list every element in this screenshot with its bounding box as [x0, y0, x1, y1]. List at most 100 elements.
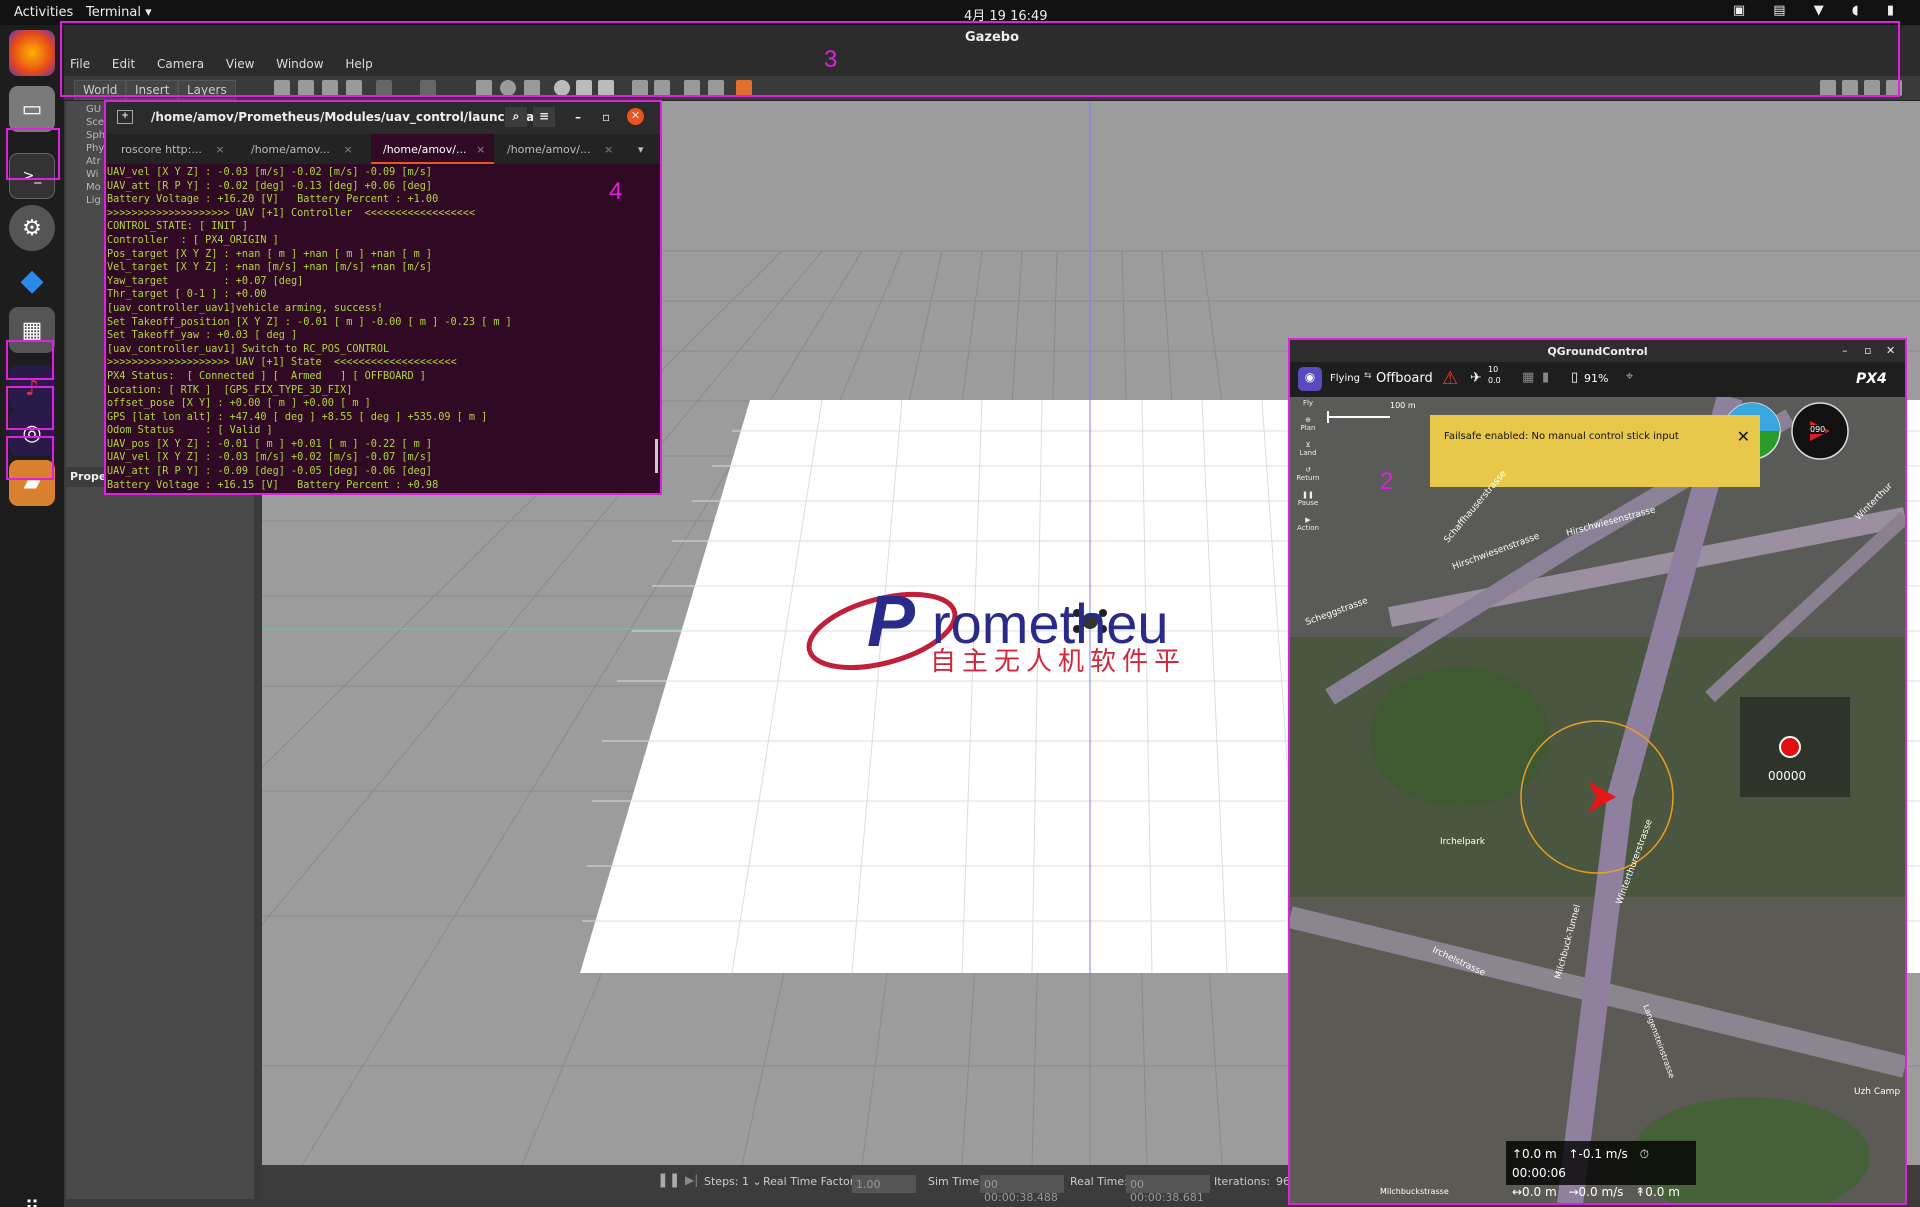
directional-light-icon[interactable] [598, 80, 614, 96]
tab-home-1[interactable]: /home/amov... × [251, 134, 353, 164]
scale-tool-icon[interactable] [346, 80, 362, 96]
files-icon[interactable]: ▭ [9, 86, 55, 132]
rtf-value: 1.00 [852, 1175, 916, 1193]
show-apps-icon[interactable]: ⠿ [9, 1185, 55, 1207]
terminal-line: Odom Status : [ Valid ] [107, 425, 273, 437]
video-icon[interactable]: ▦ [9, 307, 55, 353]
qgc-dock-icon[interactable]: ◎ [9, 410, 55, 456]
qgc-close-icon[interactable]: ✕ [1886, 344, 1895, 357]
tab-home-3[interactable]: /home/amov/... × [507, 134, 613, 164]
app-icon-2[interactable]: ▰ [9, 460, 55, 506]
rc-icon[interactable]: ▦ [1522, 370, 1534, 385]
menu-file[interactable]: File [70, 57, 90, 71]
tab-layers[interactable]: Layers [178, 80, 236, 100]
steps-value[interactable]: 1 ⌄ [742, 1175, 762, 1188]
tab-world[interactable]: World [74, 80, 127, 100]
tree-item[interactable]: Wi [86, 168, 105, 181]
minimize-icon[interactable]: – [575, 110, 581, 124]
tree-item[interactable]: Mo [86, 181, 105, 194]
px4-logo: PX4 [1856, 371, 1887, 387]
point-light-icon[interactable] [554, 80, 570, 96]
menu-help[interactable]: Help [345, 57, 372, 71]
rotate-tool-icon[interactable] [322, 80, 338, 96]
battery-icon[interactable]: ▯ [1571, 370, 1578, 385]
sphere-shape-icon[interactable] [500, 80, 516, 96]
terminal-output[interactable]: UAV_vel [X Y Z] : -0.03 [m/s] -0.02 [m/s… [105, 164, 662, 494]
copy-icon[interactable] [632, 80, 648, 96]
settings-icon[interactable]: ⚙ [9, 205, 55, 251]
tool-fly[interactable]: Fly [1296, 399, 1320, 407]
qgc-logo-icon[interactable]: ◉ [1298, 367, 1322, 391]
tool-pause[interactable]: ❚❚ Pause [1296, 491, 1320, 507]
app-menu[interactable]: Terminal ▾ [86, 5, 152, 20]
terminal-line: Battery Voltage : +16.20 [V] Battery Per… [107, 194, 439, 206]
close-icon[interactable]: ✕ [627, 108, 644, 125]
box-shape-icon[interactable] [476, 80, 492, 96]
dock: ▭ >_ ⚙ ◆ ▦ ♪ ◎ ▰ ⠿ [0, 25, 64, 1207]
video-record-icon[interactable] [1886, 80, 1902, 96]
tree-item[interactable]: GU [86, 103, 105, 116]
tree-item[interactable]: Atr [86, 155, 105, 168]
log-icon[interactable] [1842, 80, 1858, 96]
spot-light-icon[interactable] [576, 80, 592, 96]
snap-icon[interactable] [708, 80, 724, 96]
tab-close-icon[interactable]: × [476, 143, 485, 156]
warning-icon[interactable]: ⚠ [1442, 368, 1458, 389]
pause-icon[interactable]: ❚❚ [657, 1172, 680, 1188]
search-icon[interactable]: ⌕ [505, 107, 527, 127]
screenshot-icon[interactable] [1820, 80, 1836, 96]
tool-return[interactable]: ↺ Return [1296, 466, 1320, 482]
menu-window[interactable]: Window [276, 57, 323, 71]
tool-action[interactable]: ▶ Action [1296, 516, 1320, 532]
tab-insert[interactable]: Insert [126, 80, 179, 100]
new-tab-icon[interactable]: + [117, 110, 133, 124]
activities-button[interactable]: Activities [14, 5, 73, 20]
close-icon[interactable]: ✕ [1737, 427, 1750, 446]
hamburger-menu-icon[interactable]: ≡ [533, 107, 555, 127]
paste-icon[interactable] [654, 80, 670, 96]
tab-roscore[interactable]: roscore http:... × [121, 134, 225, 164]
flight-mode[interactable]: Offboard [1376, 371, 1433, 386]
menu-camera[interactable]: Camera [157, 57, 204, 71]
tool-plan[interactable]: ⊕ Plan [1296, 416, 1320, 432]
satellite-icon[interactable]: ✈ [1470, 370, 1482, 386]
step-icon[interactable]: ▶| [685, 1173, 698, 1187]
translate-tool-icon[interactable] [298, 80, 314, 96]
tab-close-icon[interactable]: × [343, 143, 352, 156]
world-tree[interactable]: GU Sce Sph Phy Atr Wi Mo Lig [86, 103, 105, 207]
tabs-dropdown-icon[interactable]: ▾ [638, 134, 644, 164]
terminal-line: Controller : [ PX4_ORIGIN ] [107, 234, 279, 246]
system-tray[interactable]: ▣ ▤ ▼ ◖ ▮ [1733, 3, 1906, 18]
select-tool-icon[interactable] [274, 80, 290, 96]
tab-close-icon[interactable]: × [604, 143, 613, 156]
satellite-map[interactable]: Fly ⊕ Plan ⊻ Land ↺ Return ❚❚ Pause ▶ Action … [1290, 397, 1905, 1204]
clock[interactable]: 4月 19 16:49 [964, 5, 1048, 24]
gps-target-icon[interactable]: ⌖ [1626, 369, 1633, 384]
menu-view[interactable]: View [226, 57, 254, 71]
app-icon-1[interactable]: ♪ [9, 365, 55, 411]
terminal-icon[interactable]: >_ [9, 153, 55, 199]
tree-item[interactable]: Lig [86, 194, 105, 207]
satellite-count: 10 [1488, 365, 1499, 374]
qgc-minimize-icon[interactable]: – [1842, 344, 1848, 357]
terminal-window[interactable]: + /home/amov/Prometheus/Modules/uav_cont… [105, 101, 662, 494]
align-icon[interactable] [684, 80, 700, 96]
redo-icon[interactable] [420, 80, 436, 96]
tree-item[interactable]: Phy [86, 142, 105, 155]
firefox-icon[interactable] [9, 30, 55, 76]
plot-icon[interactable] [1864, 80, 1880, 96]
view-angle-icon[interactable] [736, 80, 752, 96]
menu-edit[interactable]: Edit [112, 57, 135, 71]
qgc-maximize-icon[interactable]: ▫ [1864, 344, 1871, 357]
cylinder-shape-icon[interactable] [524, 80, 540, 96]
tool-land[interactable]: ⊻ Land [1296, 441, 1320, 457]
vscode-icon[interactable]: ◆ [9, 257, 55, 303]
undo-icon[interactable] [376, 80, 392, 96]
tab-home-2-active[interactable]: /home/amov/... × [371, 134, 494, 164]
signal-icon[interactable]: ▮ [1542, 370, 1549, 385]
tab-close-icon[interactable]: × [215, 143, 224, 156]
terminal-scrollbar[interactable] [655, 439, 658, 473]
tree-item[interactable]: Sce [86, 116, 105, 129]
maximize-icon[interactable]: ▫ [602, 110, 610, 124]
tree-item[interactable]: Sph [86, 129, 105, 142]
